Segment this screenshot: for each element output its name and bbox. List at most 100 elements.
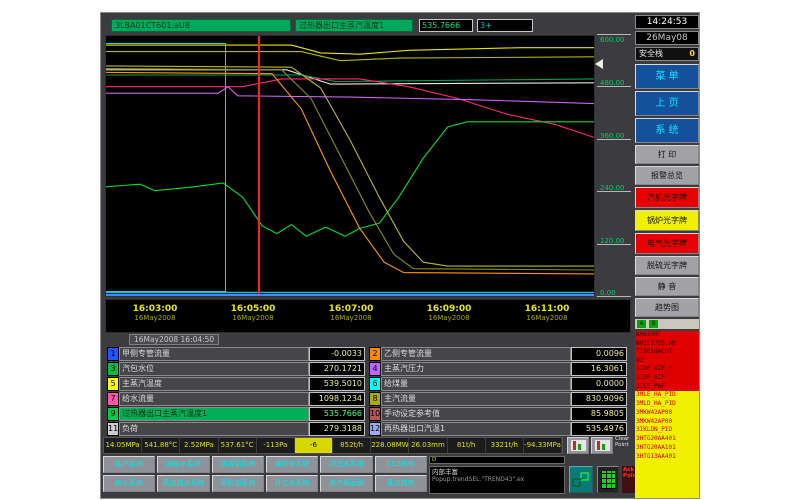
alarm-tag[interactable]: 1IDF_GZF [636,374,699,383]
alarm-list-yellow[interactable]: 3MLE_HA_PID3MLD_HA_PID3MKW42AP003MKW42AP… [635,391,699,498]
trend-mode-button-2[interactable] [591,437,613,454]
command-input[interactable]: D [429,456,565,464]
legend-row[interactable]: 9过热器出口主蒸汽温度1535.7666 [107,407,365,421]
selection-box-cursor[interactable] [106,43,226,293]
value-marker-triangle[interactable] [595,59,603,69]
legend-color-chip: 2 [369,347,381,361]
legend-row[interactable]: 11负荷279.3188 [107,422,365,436]
system-screen-button[interactable]: 密封油系统 [212,475,264,492]
safety-stack-label: 安全栈 [639,48,663,60]
y-axis-label: 360.00 [600,132,625,140]
legend-value: 0.0000 [571,377,627,391]
sidebar-button[interactable]: 菜 单 [635,64,699,89]
legend-label: 乙侧专管流量 [381,347,571,361]
cursor-select-field[interactable]: 3+ [477,19,533,32]
legend-label: 主蒸汽温度 [119,377,309,391]
alarm-tag[interactable]: 3ILE_PAF [636,383,699,392]
sidebar-button[interactable]: 锅炉光字牌 [635,210,699,231]
legend-label: 手动设定参考值 [381,407,571,421]
sidebar-button[interactable]: 汽机光字牌 [635,187,699,208]
status-value: 3321t/h [486,438,524,453]
legend-row[interactable]: 2乙侧专管流量0.0096 [369,347,627,361]
alarm-tag[interactable]: 1IDF_GZF_F [636,365,699,374]
sidebar-button[interactable]: 上 页 [635,91,699,116]
y-axis-label: 600.00 [600,36,625,44]
system-screen-button[interactable]: 循环水系统 [266,456,318,473]
alarm-tag[interactable]: 3HTG20AA101 [636,444,699,453]
time-cursor[interactable] [258,36,260,296]
legend-row[interactable]: 8主汽流量830.9096 [369,392,627,406]
legend-row[interactable]: 7给水流量1098.1234 [107,392,365,406]
legend-row[interactable]: 5主蒸汽温度539.5010 [107,377,365,391]
y-axis-label: 240.00 [600,184,625,192]
status-value: -6 [295,438,333,453]
legend-row[interactable]: 6给煤量0.0000 [369,377,627,391]
legend-color-chip: 3 [107,362,119,376]
sidebar-button[interactable]: 脱硫光字牌 [635,256,699,275]
legend-value: 539.5010 [309,377,365,391]
legend-color-chip: 1 [107,347,119,361]
system-screen-button[interactable]: 润滑油系统 [212,456,264,473]
legend-color-chip: 9 [107,407,119,421]
system-screen-button[interactable]: 凝结水系统 [157,456,209,473]
sidebar-button[interactable]: 趋势图 [635,298,699,317]
sidebar-button[interactable]: 打 印 [635,145,699,164]
sidebar-button[interactable]: 报警总览 [635,166,699,185]
alarm-tag[interactable]: 3MKW42AP00 [636,418,699,427]
legend-label: 过热器出口主蒸汽温度1 [119,407,309,421]
legend-row[interactable]: 3汽包水位270.1721 [107,362,365,376]
legend-value: 85.9805 [571,407,627,421]
alarm-tag[interactable]: 3MLD_HA_PID [636,400,699,409]
system-screen-button[interactable]: 闭式水系统 [320,456,372,473]
x-axis-time: 16:05:00 [231,304,276,314]
grid-icon-button[interactable] [597,466,619,493]
system-screen-button[interactable]: 给水系统 [103,475,155,492]
alarm-tag[interactable]: O2 [636,357,699,366]
system-screen-button[interactable]: 高加疏水系统 [157,475,209,492]
alarm-list-red[interactable]: B9O18HTN01E1755.AMT18E1QACHTO21IDF_GZF_F… [635,331,699,391]
x-axis-date: 16May2008 [231,314,276,322]
system-screen-button[interactable]: 开式水系统 [266,475,318,492]
alarm-tag[interactable]: 3MLE_HA_PID [636,391,699,400]
legend-row[interactable]: 12再热器出口汽温1535.4976 [369,422,627,436]
trend-name-field[interactable]: 过热器出口主蒸汽温度1 [295,19,413,32]
clear-point-button[interactable]: Clear Point [615,436,635,448]
trend-mode-button-1[interactable] [567,437,589,454]
legend-row[interactable]: 10手动设定参考值85.9805 [369,407,627,421]
y-axis-label: 480.00 [600,79,625,87]
legend-row[interactable]: 1甲侧专管流量-0.0033 [107,347,365,361]
ack-point-button[interactable]: Ack Point [622,466,636,493]
ab-indicator: B [649,320,658,328]
status-value: 14.05MPa [104,438,142,453]
link-icon [570,467,592,492]
alarm-tag[interactable]: B9O18HT [636,331,699,340]
alarm-tag[interactable]: 3HTG13AA401 [636,453,699,462]
system-screen-button[interactable]: 凝汽器画面 [320,475,372,492]
alarm-tag[interactable]: N01E1755.AM [636,340,699,349]
x-axis-label: 16:11:0016May2008 [525,304,570,322]
alarm-tag[interactable]: T18E1QACHT [636,348,699,357]
main-area: 3LBA01CT601.aU8 过热器出口主蒸汽温度1 535.7666 3+ … [103,13,633,498]
legend-color-chip: 4 [369,362,381,376]
alarm-tag[interactable]: 3IKLDN_PID [636,426,699,435]
x-axis: 16:03:0016May200816:05:0016May200816:07:… [105,299,631,333]
x-axis-date: 16May2008 [427,314,472,322]
sidebar-button[interactable]: 系 统 [635,118,699,143]
alarm-tag[interactable]: 3HTG20AA401 [636,435,699,444]
legend-row[interactable]: 4主蒸汽压力16.3061 [369,362,627,376]
system-screen-button[interactable]: CCS操作 [375,456,427,473]
sidebar-button[interactable]: 静 音 [635,277,699,296]
command-console[interactable]: 内部丰富 Popup:trendSEL."TREND43".ex [429,466,565,494]
alarm-tag[interactable]: 3MKW42AP00 [636,409,699,418]
link-icon-button[interactable] [569,466,593,493]
legend-label: 主汽流量 [381,392,571,406]
sidebar-button[interactable]: 电气光字牌 [635,233,699,254]
system-button-row-2: 给水系统高加疏水系统密封油系统开式水系统凝汽器画面重点趋势 [103,475,427,492]
system-screen-button[interactable]: 抽汽系统 [103,456,155,473]
trend-tag-field[interactable]: 3LBA01CT601.aU8 [111,19,291,32]
x-axis-label: 16:05:0016May2008 [231,304,276,322]
x-axis-time: 16:03:00 [133,304,178,314]
system-screen-button[interactable]: 重点趋势 [375,475,427,492]
trend-plot[interactable] [105,35,595,297]
sidebar-buttons: 菜 单上 页系 统打 印报警总览汽机光字牌锅炉光字牌电气光字牌脱硫光字牌静 音趋… [635,64,699,319]
